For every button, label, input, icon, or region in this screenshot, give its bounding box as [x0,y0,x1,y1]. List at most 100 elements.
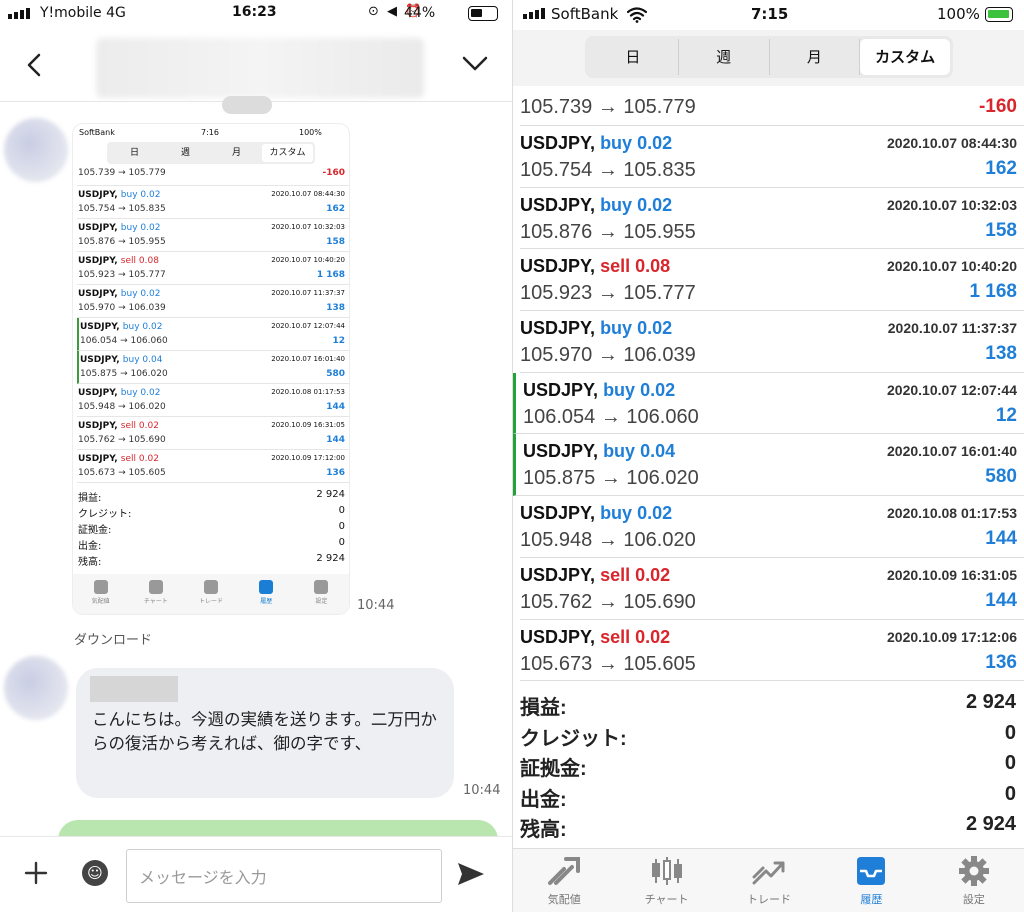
deal-prices: 105.970 → 106.039 [520,344,696,367]
deal-prices: 105.876 → 105.955 [520,220,696,243]
tab-label: 履歴 [860,893,883,906]
thumb-date: 2020.10.07 12:07:44 [271,322,345,330]
thumb-prices: 105.739 → 105.779 [78,168,166,178]
thumb-profit: 138 [326,303,345,313]
thumb-prices: 105.875 → 106.020 [80,369,168,379]
deal-row[interactable]: USDJPY, sell 0.02 2020.10.09 16:31:05 105.… [520,558,1024,620]
tab-quotes[interactable]: 気配値 [513,849,615,912]
summary-label: 出金: [520,788,567,811]
thumb-tab-item: 設定 [294,574,349,614]
thumb-symbol: USDJPY, buy 0.02 [78,388,161,398]
tab-settings[interactable]: 設定 [923,849,1024,912]
carrier-label: SoftBank [551,5,619,23]
thumb-date: 2020.10.08 01:17:53 [271,388,345,396]
deal-date: 2020.10.07 16:01:40 [887,443,1017,460]
thumb-row: USDJPY, buy 0.04 2020.10.07 16:01:40 105.8… [77,351,349,384]
thumb-tab-item: 履歴 [239,574,294,614]
thumb-carrier: SoftBank [79,128,115,137]
message-composer: ☺ メッセージを入力 [0,836,512,912]
battery-percent: 100% [937,5,980,23]
message-input[interactable]: メッセージを入力 [126,849,442,903]
wifi-icon [627,7,647,23]
deal-date: 2020.10.07 11:37:37 [887,320,1017,337]
quotes-icon [548,857,581,885]
deal-side: sell 0.02 [600,626,671,647]
deal-side: buy 0.02 [600,194,673,215]
thumb-symbol: USDJPY, buy 0.02 [78,289,161,299]
deal-row[interactable]: 105.739 → 105.779 -160 [520,86,1024,126]
thumb-prices: 106.054 → 106.060 [80,336,168,346]
thumb-tab: 週 [180,148,190,158]
plus-icon[interactable] [24,861,48,885]
deal-profit: -160 [978,96,1017,117]
battery-charging-icon [985,7,1013,22]
message-time: 10:44 [463,783,501,798]
deal-row[interactable]: USDJPY, buy 0.02 2020.10.07 11:37:37 105.9… [520,311,1024,373]
back-icon[interactable] [22,52,48,78]
clock: 16:23 [232,4,277,20]
deal-side: sell 0.02 [600,564,671,585]
summary-value: 2 924 [965,691,1016,713]
deal-symbol: USDJPY, buy 0.04 [523,441,676,462]
deal-row[interactable]: USDJPY, buy 0.02 2020.10.07 10:32:03 105.8… [520,188,1024,250]
thumb-period-tabs: 日 週 月 カスタム [107,142,315,164]
download-link[interactable]: ダウンロード [74,629,152,648]
avatar[interactable] [4,118,68,182]
summary-label: 証拠金: [520,758,587,780]
bottom-tabbar: 気配値 チャート トレード 履歴 設定 [513,848,1024,912]
thumb-profit: -160 [322,168,345,178]
emoji-icon[interactable]: ☺ [82,860,108,886]
tab-label: トレード [747,893,792,906]
deal-side: buy 0.02 [600,503,673,524]
deal-row[interactable]: USDJPY, sell 0.02 2020.10.09 17:12:06 105.… [520,620,1024,682]
deal-row[interactable]: USDJPY, buy 0.02 2020.10.08 01:17:53 105.9… [520,496,1024,558]
clock: 7:15 [751,5,789,23]
tab-history[interactable]: 履歴 [820,849,922,912]
deal-prices: 105.754 → 105.835 [520,159,696,181]
thumb-symbol: USDJPY, sell 0.02 [78,421,159,431]
deal-prices: 105.948 → 106.020 [520,529,696,552]
thumb-symbol: USDJPY, sell 0.08 [78,256,159,266]
deal-row[interactable]: USDJPY, sell 0.08 2020.10.07 10:40:20 105.… [520,249,1024,312]
thumb-tab-item: 気配値 [73,574,128,614]
thumb-date: 2020.10.07 08:44:30 [271,190,345,198]
thumb-prices: 105.754 → 105.835 [78,204,166,214]
thumb-prices: 105.876 → 105.955 [78,237,166,247]
thumb-row: USDJPY, buy 0.02 2020.10.07 12:07:44 106.0… [77,318,349,351]
deal-profit: 144 [985,528,1017,550]
thumb-profit: 136 [326,468,345,478]
deal-date: 2020.10.07 10:40:20 [887,258,1017,275]
deal-row[interactable]: USDJPY, buy 0.02 2020.10.07 08:44:30 105.7… [520,126,1024,188]
status-bar: SoftBank 7:15 100% [513,0,1024,30]
send-icon[interactable] [456,861,486,887]
thumb-row: 105.739 → 105.779 -160 [77,164,349,186]
carrier-label: Y!mobile 4G [40,5,126,21]
thumb-symbol: USDJPY, buy 0.02 [80,322,163,332]
tab-custom[interactable]: カスタム [860,39,950,75]
tab-chart[interactable]: チャート [615,849,717,912]
shared-image[interactable]: SoftBank 7:16 100% 日 週 月 カスタム 105.739 → … [73,124,349,614]
message-time: 10:44 [357,598,395,613]
thumb-profit: 162 [326,204,345,214]
chevron-down-icon[interactable] [460,50,490,76]
tab-week[interactable]: 週 [679,39,770,75]
deal-side: sell 0.08 [600,256,671,277]
deal-symbol: USDJPY, buy 0.02 [520,194,673,215]
thumb-date: 2020.10.09 17:12:00 [271,454,345,462]
deal-date: 2020.10.08 01:17:53 [887,505,1017,522]
period-tabs: 日 週 月 カスタム [585,36,953,78]
tab-month[interactable]: 月 [770,39,861,75]
trade-icon [752,861,785,885]
summary-row: クレジット: 0 [520,719,1018,750]
deal-row[interactable]: USDJPY, buy 0.04 2020.10.07 16:01:40 105.8… [513,434,1024,497]
deal-prices: 105.923 → 105.777 [520,282,696,305]
thumb-status-bar: SoftBank 7:16 100% [73,124,349,140]
deal-symbol: USDJPY, sell 0.02 [520,626,671,647]
tab-day[interactable]: 日 [588,39,679,75]
summary-value: 2 924 [965,813,1016,835]
tab-trade[interactable]: トレード [718,849,820,912]
thumb-profit: 1 168 [316,270,345,280]
date-separator [222,96,272,114]
deal-row[interactable]: USDJPY, buy 0.02 2020.10.07 12:07:44 106.0… [513,372,1024,435]
avatar[interactable] [4,656,68,720]
